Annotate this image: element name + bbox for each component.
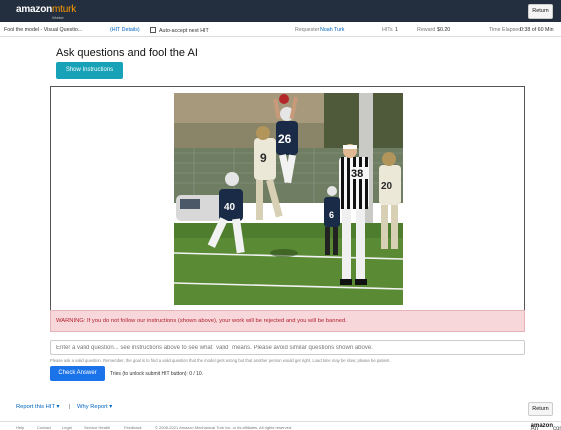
check-answer-button[interactable]: Check Answer: [50, 366, 105, 381]
svg-text:40: 40: [224, 202, 236, 213]
why-report-link[interactable]: Why Report ▾: [77, 404, 112, 410]
football-scene: 26 9 40 38 20 6: [174, 93, 403, 305]
hit-details-link[interactable]: (HIT Details): [110, 27, 140, 33]
return-button-bottom[interactable]: Return: [528, 402, 553, 416]
report-hit-label: Report this HIT: [16, 404, 55, 410]
footer-link-help[interactable]: Help: [16, 425, 24, 430]
report-hit-link[interactable]: Report this HIT ▾: [16, 404, 59, 410]
warning-banner: WARNING: If you do not follow our instru…: [50, 310, 525, 332]
auto-accept-label: Auto-accept next HIT: [159, 28, 209, 34]
time-elapsed-value: 0:38 of 60 Min: [520, 27, 554, 33]
footer-link-feedback[interactable]: Feedback: [124, 425, 142, 430]
amazon-company-badge: An amazon company: [530, 423, 561, 430]
footer: Help Contact Legal Service Health Feedba…: [0, 421, 561, 430]
tries-counter: Tries (to unlock submit HIT button): 0 /…: [110, 371, 204, 377]
svg-text:9: 9: [260, 151, 267, 165]
top-nav-bar: amazonmturk Worker Return: [0, 0, 561, 22]
reward-label: Reward: [417, 27, 436, 33]
footer-link-contact[interactable]: Contact: [37, 425, 51, 430]
football-photo: 26 9 40 38 20 6: [174, 93, 403, 305]
show-instructions-button[interactable]: Show Instructions: [56, 62, 123, 79]
question-input[interactable]: [50, 340, 525, 355]
checkbox-icon[interactable]: [150, 27, 156, 33]
footer-copyright: © 2005-2021 Amazon Mechanical Turk Inc. …: [155, 425, 293, 430]
mturk-logo[interactable]: amazonmturk Worker: [16, 4, 77, 20]
question-hint: Please ask a valid question. Remember, t…: [50, 358, 391, 363]
why-report-label: Why Report: [77, 404, 108, 410]
time-elapsed-label: Time Elapsed: [489, 27, 522, 33]
hits-value: 1: [395, 27, 398, 33]
reward-value: $0.20: [437, 27, 451, 33]
image-frame: 26 9 40 38 20 6: [50, 86, 525, 310]
logo-brand: amazon: [16, 4, 53, 15]
caret-down-icon: ▾: [109, 404, 113, 410]
return-button-top[interactable]: Return: [528, 4, 553, 19]
svg-text:6: 6: [329, 210, 334, 220]
svg-text:20: 20: [381, 181, 393, 192]
caret-down-icon: ▾: [56, 404, 60, 410]
requester-label: Requester: [295, 27, 320, 33]
hit-title: Fool the model - Visual Questio...: [4, 27, 83, 33]
svg-text:26: 26: [278, 132, 292, 146]
svg-text:38: 38: [351, 168, 363, 180]
footer-link-service-health[interactable]: Service Health: [84, 425, 110, 430]
footer-link-legal[interactable]: Legal: [62, 425, 72, 430]
requester-name[interactable]: Noah Turk: [320, 27, 344, 33]
hit-info-bar: Fool the model - Visual Questio... (HIT …: [0, 22, 561, 37]
page-title: Ask questions and fool the AI: [56, 47, 198, 59]
logo-product: mturk: [52, 4, 77, 15]
hits-label: HITs: [382, 27, 393, 33]
auto-accept-checkbox[interactable]: Auto-accept next HIT: [150, 27, 209, 34]
logo-sub: Worker: [52, 15, 64, 20]
link-separator: |: [69, 404, 71, 410]
